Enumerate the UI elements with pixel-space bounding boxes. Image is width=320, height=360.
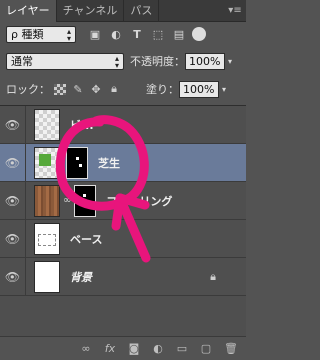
new-layer-icon[interactable]: ▢ [200, 342, 212, 355]
blend-row: 通常 ▴ ▾ 不透明度： 100% ▾ [0, 50, 246, 72]
blend-mode-select[interactable]: 通常 ▴ ▾ [6, 52, 124, 70]
filter-row: ρ 種類 ▴ ▾ ▣ ◐ T ⬚ ▤ [0, 23, 246, 45]
layer-row[interactable]: 👁︎ 背景 🔒︎ [0, 257, 246, 296]
layers-bottom-toolbar: ∞ fx ◙ ◐ ▭ ▢ 🗑︎ [0, 336, 246, 360]
layer-thumbnail [34, 184, 60, 217]
layer-row-selected[interactable]: 👁︎ 芝生 [0, 143, 246, 182]
filter-icons: ▣ ◐ T ⬚ ▤ [88, 28, 186, 41]
mask-dot [79, 163, 82, 167]
opacity-field[interactable]: 100% [185, 52, 225, 70]
visibility-eye-icon[interactable]: 👁︎ [0, 257, 26, 296]
blend-mode-value: 通常 [11, 55, 33, 68]
opacity-dropdown-icon[interactable]: ▾ [225, 53, 235, 70]
mask-dot [76, 156, 79, 160]
add-mask-icon[interactable]: ◙ [128, 342, 140, 355]
visibility-eye-icon[interactable]: 👁︎ [0, 219, 26, 258]
layer-thumbnail [34, 146, 60, 179]
layer-name: フローリング [106, 194, 173, 208]
tab-channels[interactable]: チャンネル [57, 0, 125, 22]
type-filter-icon[interactable]: T [130, 28, 144, 41]
lock-all-icon[interactable]: 🔒︎ [108, 82, 120, 96]
visibility-eye-icon[interactable]: 👁︎ [0, 181, 26, 220]
fill-dropdown-icon[interactable]: ▾ [219, 81, 229, 98]
panel-menu-icon[interactable]: ▾≡ [224, 0, 246, 21]
filter-kind-arrow-icon: ▴ ▾ [66, 26, 71, 43]
layer-name: ベース [70, 232, 103, 246]
lock-label: ロック： [6, 83, 50, 96]
tab-paths[interactable]: パス [124, 0, 160, 22]
blend-mode-arrow-icon: ▴ ▾ [114, 53, 119, 70]
adjustment-layer-icon[interactable]: ◐ [152, 342, 164, 355]
panel-tab-bar: レイヤー チャンネル パス ▾≡ [0, 0, 246, 22]
layer-mask-thumbnail[interactable] [66, 146, 88, 179]
grass-swatch [39, 153, 51, 166]
layer-name: 背景 [70, 270, 92, 284]
layer-row[interactable]: 👁︎ ∞ フローリング [0, 181, 246, 220]
new-group-icon[interactable]: ▭ [176, 342, 188, 355]
link-layers-icon[interactable]: ∞ [80, 342, 92, 355]
filter-kind-select[interactable]: ρ 種類 ▴ ▾ [6, 25, 76, 43]
layer-thumbnail [34, 222, 60, 255]
layer-name: ビ... [70, 118, 94, 132]
base-outline [38, 233, 56, 246]
pixel-filter-icon[interactable]: ▣ [88, 28, 102, 41]
tab-layers[interactable]: レイヤー [0, 0, 57, 22]
layer-style-icon[interactable]: fx [104, 342, 116, 355]
lock-transparency-icon[interactable] [54, 83, 66, 95]
layer-mask-thumbnail[interactable] [74, 184, 97, 217]
layer-thumbnail [34, 260, 60, 293]
visibility-eye-icon[interactable]: 👁︎ [0, 105, 26, 144]
layer-row[interactable]: 👁︎ ビ... [0, 105, 246, 144]
layer-lock-icon: 🔒︎ [210, 270, 216, 283]
lock-pixels-icon[interactable]: ✎ [72, 83, 84, 96]
lock-position-icon[interactable]: ✥ [90, 83, 102, 96]
mask-link-icon[interactable]: ∞ [63, 195, 71, 206]
fill-label: 塗り： [146, 83, 179, 96]
filter-toggle[interactable] [192, 27, 206, 41]
lock-icons: ✎ ✥ 🔒︎ [54, 82, 120, 96]
filter-kind-label: ρ 種類 [11, 28, 44, 41]
lock-row: ロック： ✎ ✥ 🔒︎ 塗り： 100% ▾ [0, 78, 246, 100]
layer-thumbnail [34, 108, 60, 141]
mask-dot [83, 193, 87, 197]
opacity-label: 不透明度： [130, 55, 185, 68]
smartobject-filter-icon[interactable]: ▤ [172, 28, 186, 41]
layer-name: 芝生 [98, 156, 120, 170]
delete-layer-icon[interactable]: 🗑︎ [224, 342, 238, 355]
layers-list: 👁︎ ビ... 👁︎ 芝生 👁︎ ∞ フローリング 👁︎ ベース 👁︎ 背景 🔒… [0, 105, 246, 336]
fill-field[interactable]: 100% [179, 80, 219, 98]
adjustment-filter-icon[interactable]: ◐ [109, 28, 123, 41]
visibility-eye-icon[interactable]: 👁︎ [0, 143, 26, 182]
shape-filter-icon[interactable]: ⬚ [151, 28, 165, 41]
layer-row[interactable]: 👁︎ ベース [0, 219, 246, 258]
